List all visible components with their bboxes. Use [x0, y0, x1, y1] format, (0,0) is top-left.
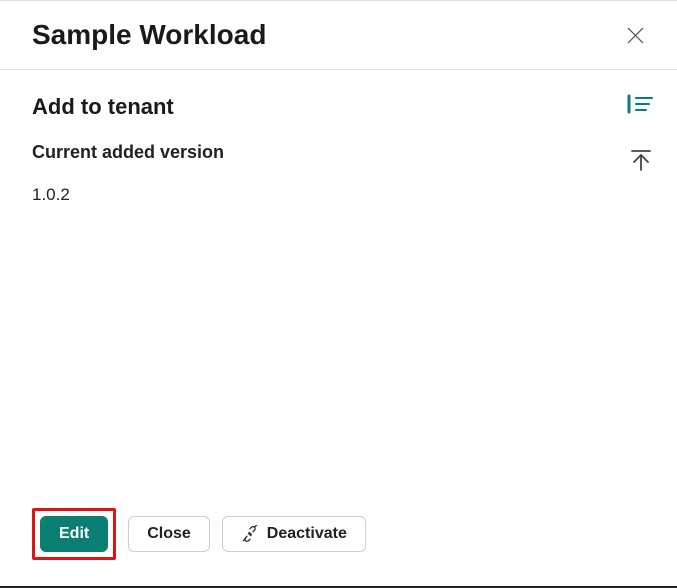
close-icon[interactable] [621, 21, 649, 49]
version-value: 1.0.2 [32, 185, 645, 205]
panel-title: Sample Workload [32, 19, 266, 51]
section-title: Add to tenant [32, 94, 645, 120]
close-button[interactable]: Close [128, 516, 210, 552]
list-toggle-icon[interactable] [627, 90, 655, 118]
scroll-to-top-icon[interactable] [627, 146, 655, 174]
unplug-icon [241, 525, 259, 543]
deactivate-button[interactable]: Deactivate [222, 516, 366, 552]
edit-button[interactable]: Edit [40, 516, 108, 552]
version-label: Current added version [32, 142, 645, 163]
edit-highlight: Edit [32, 508, 116, 560]
close-button-label: Close [147, 525, 191, 543]
edit-button-label: Edit [59, 525, 89, 543]
panel-footer: Edit Close Deactivate [0, 494, 677, 586]
deactivate-button-label: Deactivate [267, 525, 347, 543]
panel-body: Add to tenant Current added version 1.0.… [0, 70, 677, 494]
panel-header: Sample Workload [0, 1, 677, 70]
workload-panel: Sample Workload Add to tenant Current ad… [0, 0, 677, 588]
side-tools [627, 90, 655, 174]
